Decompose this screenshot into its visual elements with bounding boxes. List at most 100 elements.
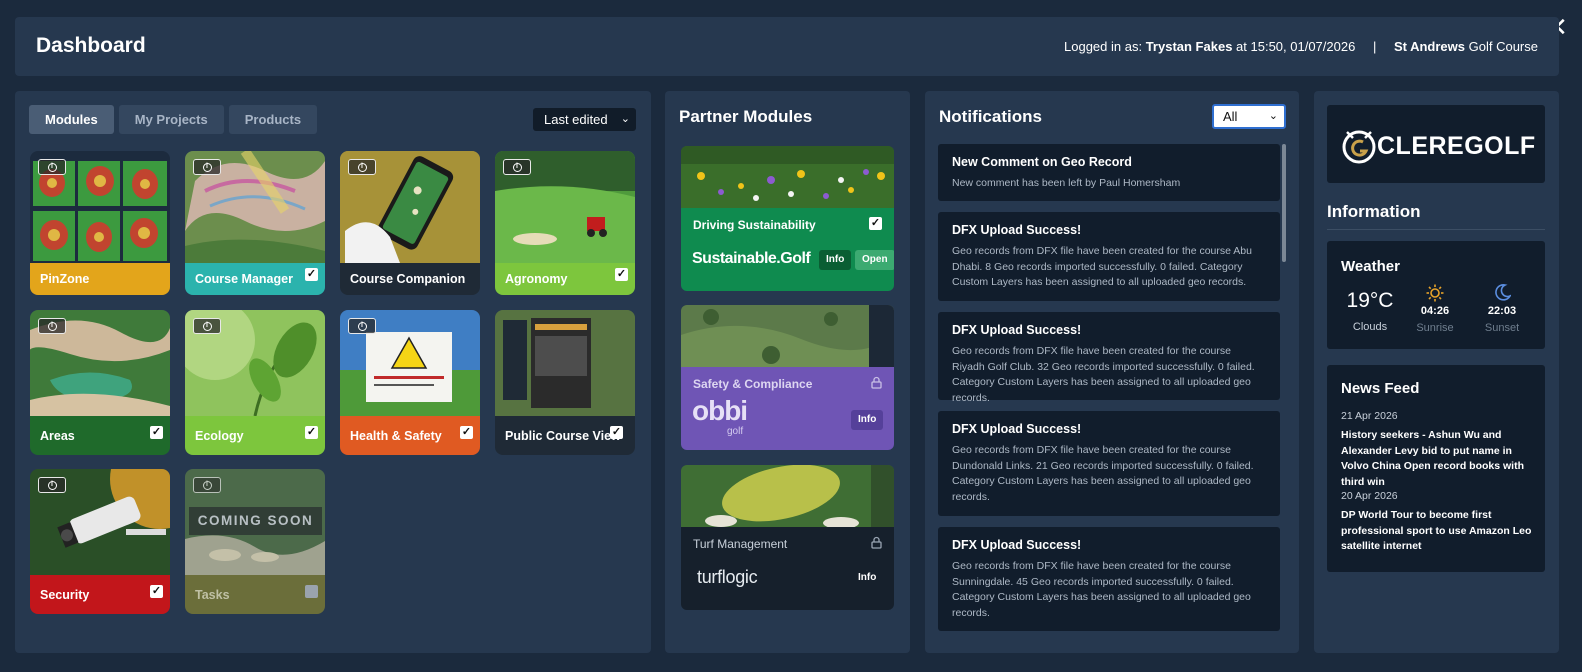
module-checkbox[interactable]: ✓: [305, 426, 318, 439]
partner-card-body: Turf Management turflogic Info: [681, 527, 894, 610]
partner-name: Safety & Compliance: [693, 377, 813, 391]
notification-title: DFX Upload Success!: [952, 323, 1082, 337]
news-headline[interactable]: History seekers - Ashun Wu and Alexander…: [1341, 428, 1537, 490]
info-icon[interactable]: i: [38, 477, 66, 493]
module-tile-health-safety[interactable]: i Health & Safety ✓: [340, 310, 480, 455]
notification-title: DFX Upload Success!: [952, 422, 1082, 436]
info-icon[interactable]: i: [193, 477, 221, 493]
notification-body: Geo records from DFX file have been crea…: [952, 444, 1254, 503]
notifications-scrollbar[interactable]: [1282, 144, 1286, 262]
sort-select[interactable]: Last edited ⌄: [533, 108, 636, 131]
weather-card: Weather 19°C Clouds 04:26 Sunrise 22:03 …: [1327, 241, 1545, 349]
modules-panel: Modules My Projects Products Last edited…: [15, 91, 651, 653]
sort-selected: Last edited: [544, 112, 608, 127]
coming-soon-banner: COMING SOON: [189, 507, 322, 535]
news-date: 21 Apr 2026: [1341, 410, 1398, 422]
info-button[interactable]: Info: [819, 250, 852, 270]
notification-body: Geo records from DFX file have been crea…: [952, 345, 1255, 404]
cleregolf-logo-icon: [1342, 130, 1376, 164]
module-checkbox[interactable]: ✓: [305, 268, 318, 281]
info-icon[interactable]: i: [193, 159, 221, 175]
info-icon[interactable]: i: [348, 159, 376, 175]
course-suffix: Golf Course: [1468, 39, 1538, 54]
tile-label: Areas: [30, 416, 170, 455]
partner-modules-title: Partner Modules: [679, 107, 813, 126]
tile-label: Course Companion: [340, 263, 480, 295]
module-tile-public-course-view[interactable]: Public Course View ✓: [495, 310, 635, 455]
module-tile-ecology[interactable]: i Ecology ✓: [185, 310, 325, 455]
notification-item[interactable]: DFX Upload Success! Geo records from DFX…: [938, 312, 1280, 404]
chevron-down-icon: ⌄: [1268, 110, 1278, 122]
notification-item[interactable]: DFX Upload Success! Geo records from DFX…: [938, 527, 1280, 631]
info-button[interactable]: Info: [851, 568, 884, 588]
news-date: 20 Apr 2026: [1341, 490, 1398, 502]
notification-body: New comment has been left by Paul Homers…: [952, 177, 1181, 189]
lock-icon: [871, 376, 882, 389]
module-tile-course-manager[interactable]: i Course Manager ✓: [185, 151, 325, 295]
weather-condition: Clouds: [1352, 321, 1388, 333]
info-icon[interactable]: i: [38, 159, 66, 175]
module-tile-pinzone[interactable]: i PinZone: [30, 151, 170, 295]
tab-products[interactable]: Products: [228, 105, 318, 134]
news-feed-card: News Feed 21 Apr 2026 History seekers - …: [1327, 365, 1545, 572]
notifications-list[interactable]: New Comment on Geo Record New comment ha…: [938, 144, 1280, 632]
sunset-label: Sunset: [1484, 322, 1520, 334]
page-title: Dashboard: [36, 34, 146, 57]
module-checkbox[interactable]: ✓: [150, 585, 163, 598]
module-checkbox[interactable]: [305, 585, 318, 598]
login-time: at 15:50, 01/07/2026: [1236, 39, 1356, 54]
sunrise-icon: [1426, 284, 1444, 302]
notifications-title: Notifications: [939, 107, 1042, 126]
news-feed-title: News Feed: [1341, 380, 1420, 397]
tile-label: Ecology: [185, 416, 325, 455]
module-checkbox[interactable]: ✓: [610, 426, 623, 439]
tab-my-projects[interactable]: My Projects: [118, 105, 224, 134]
info-icon[interactable]: i: [348, 318, 376, 334]
module-tile-agronomy[interactable]: i Agronomy ✓: [495, 151, 635, 295]
notification-item[interactable]: DFX Upload Success! Geo records from DFX…: [938, 411, 1280, 516]
module-checkbox[interactable]: ✓: [460, 426, 473, 439]
module-checkbox[interactable]: ✓: [150, 426, 163, 439]
tile-label: Security: [30, 575, 170, 614]
notifications-filter-select[interactable]: All ⌄: [1212, 104, 1286, 129]
news-headline[interactable]: DP World Tour to become first profession…: [1341, 508, 1537, 555]
logged-in-prefix: Logged in as:: [1064, 39, 1143, 54]
session-info: Logged in as: Trystan Fakes at 15:50, 01…: [1064, 39, 1538, 54]
moon-icon: [1495, 284, 1511, 301]
information-title: Information: [1327, 202, 1421, 221]
dashboard-header: Dashboard Logged in as: Trystan Fakes at…: [15, 17, 1559, 76]
module-tile-course-companion[interactable]: i Course Companion: [340, 151, 480, 295]
info-icon[interactable]: i: [38, 318, 66, 334]
module-tile-areas[interactable]: i Areas ✓: [30, 310, 170, 455]
tab-modules[interactable]: Modules: [29, 105, 114, 134]
information-panel: CLEREGOLF Information Weather 19°C Cloud…: [1314, 91, 1559, 653]
cleregolf-logo-box: CLEREGOLF: [1327, 105, 1545, 183]
notification-item[interactable]: New Comment on Geo Record New comment ha…: [938, 144, 1280, 201]
info-icon[interactable]: i: [503, 159, 531, 175]
notification-item[interactable]: DFX Upload Success! Geo records from DFX…: [938, 212, 1280, 301]
module-tile-tasks[interactable]: COMING SOON i Tasks: [185, 469, 325, 614]
obbi-logo-sub: golf: [727, 426, 744, 437]
notifications-panel: Notifications All ⌄ New Comment on Geo R…: [925, 91, 1299, 653]
wildflower-image: [681, 146, 894, 208]
sunrise-time: 04:26: [1420, 305, 1450, 317]
public-course-view-image: [495, 310, 635, 416]
turflogic-logo: turflogic: [697, 567, 758, 587]
chevron-down-icon: ⌄: [620, 113, 630, 125]
aerial-green-image: [681, 465, 894, 527]
partner-card-sustainability[interactable]: Driving Sustainability ✓ Sustainable.Gol…: [681, 146, 894, 291]
lock-icon: [871, 536, 882, 549]
sustainable-golf-logo: Sustainable.Golf: [692, 250, 811, 267]
partner-checkbox[interactable]: ✓: [869, 217, 882, 230]
weather-title: Weather: [1341, 258, 1400, 275]
partner-card-safety[interactable]: Safety & Compliance obbi golf Info: [681, 305, 894, 450]
weather-temp: 19°C: [1346, 289, 1394, 312]
open-button[interactable]: Open: [855, 250, 894, 270]
module-checkbox[interactable]: ✓: [615, 268, 628, 281]
notification-body: Geo records from DFX file have been crea…: [952, 560, 1251, 619]
partner-card-turf[interactable]: Turf Management turflogic Info: [681, 465, 894, 610]
tile-label: PinZone: [30, 263, 170, 295]
info-icon[interactable]: i: [193, 318, 221, 334]
info-button[interactable]: Info: [851, 410, 884, 430]
module-tile-security[interactable]: i Security ✓: [30, 469, 170, 614]
